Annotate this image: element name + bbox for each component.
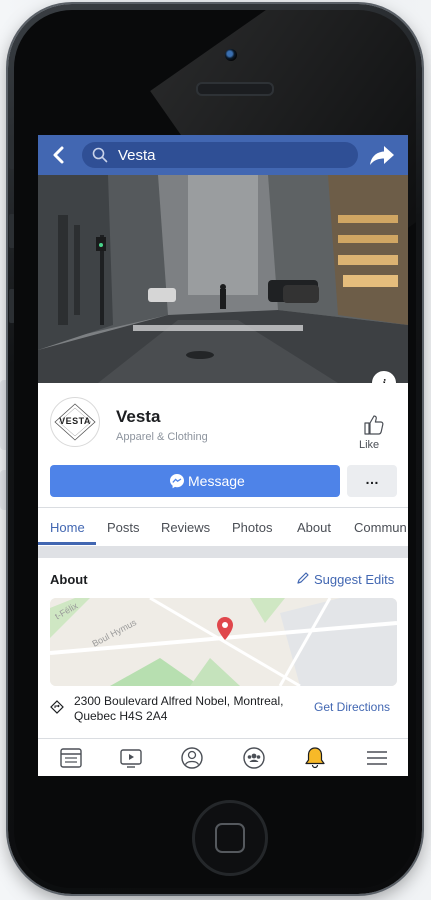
section-divider bbox=[38, 546, 408, 558]
share-icon[interactable] bbox=[368, 143, 396, 167]
tab-photos[interactable]: Photos bbox=[232, 520, 272, 535]
tab-posts[interactable]: Posts bbox=[107, 520, 140, 535]
home-square-icon bbox=[215, 823, 245, 853]
directions-icon bbox=[50, 700, 64, 714]
pencil-icon bbox=[297, 572, 309, 584]
groups-icon[interactable] bbox=[241, 745, 267, 771]
news-feed-icon[interactable] bbox=[58, 745, 84, 771]
message-button[interactable]: Message bbox=[50, 465, 340, 497]
front-camera bbox=[225, 49, 237, 61]
bottom-navigation bbox=[38, 738, 408, 776]
logo-wordmark: VESTA bbox=[59, 416, 91, 426]
watch-icon[interactable] bbox=[118, 745, 144, 771]
back-arrow-icon[interactable] bbox=[48, 144, 70, 166]
menu-icon[interactable] bbox=[364, 745, 390, 771]
profile-icon[interactable] bbox=[179, 745, 205, 771]
like-button[interactable]: Like bbox=[356, 413, 386, 453]
message-label: Message bbox=[188, 473, 245, 489]
search-input[interactable]: Vesta bbox=[82, 142, 358, 168]
page-logo[interactable]: VESTA bbox=[50, 397, 100, 447]
page-category: Apparel & Clothing bbox=[116, 431, 208, 443]
page-header: VESTA Vesta Apparel & Clothing Like bbox=[38, 383, 408, 453]
like-label: Like bbox=[359, 439, 380, 451]
cover-photo[interactable] bbox=[38, 175, 408, 383]
search-query: Vesta bbox=[118, 147, 156, 164]
about-heading: About bbox=[50, 572, 88, 587]
thumbs-up-icon bbox=[364, 415, 384, 435]
notifications-bell-icon[interactable] bbox=[302, 745, 328, 771]
suggest-edits-link[interactable]: Suggest Edits bbox=[314, 572, 394, 587]
earpiece-speaker bbox=[196, 82, 274, 96]
tab-reviews[interactable]: Reviews bbox=[161, 520, 210, 535]
location-map[interactable]: Boul Hymus t-Félix bbox=[50, 598, 397, 686]
top-bar: Vesta bbox=[38, 135, 408, 175]
active-tab-indicator bbox=[38, 542, 96, 545]
get-directions-link[interactable]: Get Directions bbox=[314, 700, 390, 714]
map-pin-icon bbox=[217, 617, 233, 640]
about-section: About Suggest Edits Boul Hymus t-Félix 2… bbox=[38, 558, 408, 738]
home-button[interactable] bbox=[192, 800, 268, 876]
action-buttons: Message … bbox=[38, 465, 408, 497]
messenger-icon bbox=[170, 474, 184, 489]
page-tabs: Home Posts Reviews Photos About Commun bbox=[38, 507, 408, 547]
more-options-button[interactable]: … bbox=[347, 465, 397, 497]
business-address: 2300 Boulevard Alfred Nobel, Montreal, Q… bbox=[74, 694, 284, 723]
app-screen: Vesta VESTA Vesta Apparel & Clothing Lik… bbox=[38, 135, 408, 776]
page-title: Vesta bbox=[116, 407, 161, 426]
tab-home[interactable]: Home bbox=[50, 520, 85, 535]
search-icon bbox=[92, 147, 108, 163]
tab-about[interactable]: About bbox=[297, 520, 331, 535]
cover-photo-scene bbox=[38, 175, 408, 383]
tab-community[interactable]: Commun bbox=[354, 520, 407, 535]
